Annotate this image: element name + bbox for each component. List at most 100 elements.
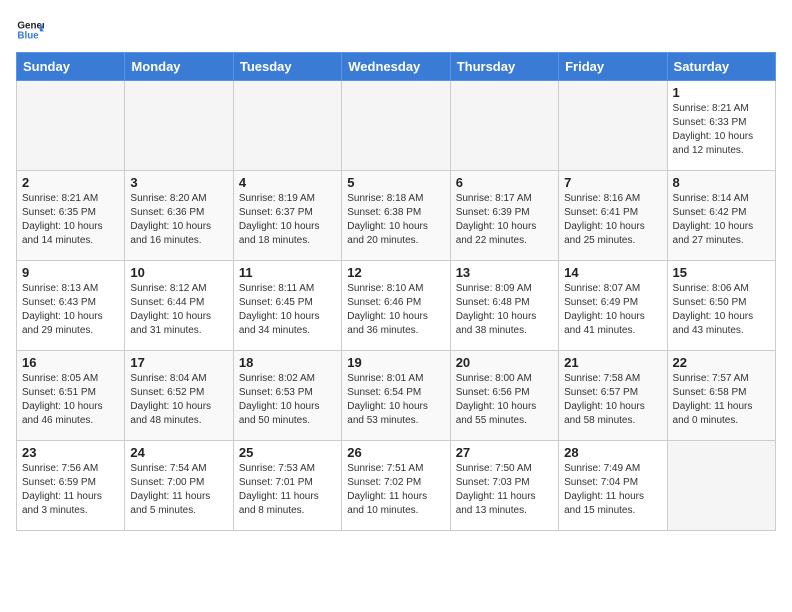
week-row-2: 2 Sunrise: 8:21 AM Sunset: 6:35 PM Daylig… [17,171,776,261]
day-cell: 18 Sunrise: 8:02 AM Sunset: 6:53 PM Dayli… [233,351,341,441]
day-info: Sunrise: 7:54 AM Sunset: 7:00 PM Dayligh… [130,462,227,518]
header-cell-tuesday: Tuesday [233,53,341,81]
day-cell: 9 Sunrise: 8:13 AM Sunset: 6:43 PM Daylig… [17,261,125,351]
day-number: 14 [564,265,661,280]
day-number: 28 [564,445,661,460]
day-cell: 23 Sunrise: 7:56 AM Sunset: 6:59 PM Dayli… [17,441,125,531]
day-cell: 28 Sunrise: 7:49 AM Sunset: 7:04 PM Dayli… [559,441,667,531]
day-info: Sunrise: 7:56 AM Sunset: 6:59 PM Dayligh… [22,462,119,518]
week-row-3: 9 Sunrise: 8:13 AM Sunset: 6:43 PM Daylig… [17,261,776,351]
day-info: Sunrise: 8:06 AM Sunset: 6:50 PM Dayligh… [673,282,770,338]
day-number: 23 [22,445,119,460]
svg-text:Blue: Blue [17,30,39,41]
logo-icon: General Blue [16,16,44,44]
day-cell: 19Sunrise: 8:01 AM Sunset: 6:54 PM Dayli… [342,351,450,441]
day-info: Sunrise: 7:51 AM Sunset: 7:02 PM Dayligh… [347,462,444,518]
day-number: 25 [239,445,336,460]
day-info: Sunrise: 8:02 AM Sunset: 6:53 PM Dayligh… [239,372,336,428]
day-info: Sunrise: 8:10 AM Sunset: 6:46 PM Dayligh… [347,282,444,338]
day-cell: 21 Sunrise: 7:58 AM Sunset: 6:57 PM Dayli… [559,351,667,441]
day-cell: 17 Sunrise: 8:04 AM Sunset: 6:52 PM Dayli… [125,351,233,441]
day-cell: 5 Sunrise: 8:18 AM Sunset: 6:38 PM Daylig… [342,171,450,261]
day-info: Sunrise: 7:50 AM Sunset: 7:03 PM Dayligh… [456,462,553,518]
day-number: 26 [347,445,444,460]
day-cell: 25 Sunrise: 7:53 AM Sunset: 7:01 PM Dayli… [233,441,341,531]
day-info: Sunrise: 7:57 AM Sunset: 6:58 PM Dayligh… [673,372,770,428]
day-number: 1 [673,85,770,100]
day-number: 10 [130,265,227,280]
day-info: Sunrise: 8:16 AM Sunset: 6:41 PM Dayligh… [564,192,661,248]
day-number: 15 [673,265,770,280]
day-cell: 2 Sunrise: 8:21 AM Sunset: 6:35 PM Daylig… [17,171,125,261]
day-cell: 14 Sunrise: 8:07 AM Sunset: 6:49 PM Dayli… [559,261,667,351]
day-number: 17 [130,355,227,370]
day-number: 22 [673,355,770,370]
day-number: 5 [347,175,444,190]
day-info: Sunrise: 8:17 AM Sunset: 6:39 PM Dayligh… [456,192,553,248]
day-cell [450,81,558,171]
day-info: Sunrise: 8:12 AM Sunset: 6:44 PM Dayligh… [130,282,227,338]
day-number: 11 [239,265,336,280]
logo: General Blue [16,16,48,44]
day-info: Sunrise: 8:00 AM Sunset: 6:56 PM Dayligh… [456,372,553,428]
day-info: Sunrise: 8:05 AM Sunset: 6:51 PM Dayligh… [22,372,119,428]
day-number: 8 [673,175,770,190]
day-cell: 6 Sunrise: 8:17 AM Sunset: 6:39 PM Daylig… [450,171,558,261]
day-number: 3 [130,175,227,190]
day-cell: 22 Sunrise: 7:57 AM Sunset: 6:58 PM Dayli… [667,351,775,441]
day-number: 4 [239,175,336,190]
week-row-5: 23 Sunrise: 7:56 AM Sunset: 6:59 PM Dayli… [17,441,776,531]
day-info: Sunrise: 8:09 AM Sunset: 6:48 PM Dayligh… [456,282,553,338]
day-cell: 15 Sunrise: 8:06 AM Sunset: 6:50 PM Dayli… [667,261,775,351]
day-cell: 13 Sunrise: 8:09 AM Sunset: 6:48 PM Dayli… [450,261,558,351]
day-number: 20 [456,355,553,370]
day-number: 6 [456,175,553,190]
day-info: Sunrise: 8:19 AM Sunset: 6:37 PM Dayligh… [239,192,336,248]
day-info: Sunrise: 8:14 AM Sunset: 6:42 PM Dayligh… [673,192,770,248]
day-info: Sunrise: 7:53 AM Sunset: 7:01 PM Dayligh… [239,462,336,518]
header-cell-wednesday: Wednesday [342,53,450,81]
day-cell [667,441,775,531]
day-info: Sunrise: 8:18 AM Sunset: 6:38 PM Dayligh… [347,192,444,248]
day-cell: 11 Sunrise: 8:11 AM Sunset: 6:45 PM Dayli… [233,261,341,351]
day-number: 27 [456,445,553,460]
header-cell-saturday: Saturday [667,53,775,81]
day-cell: 12Sunrise: 8:10 AM Sunset: 6:46 PM Dayli… [342,261,450,351]
day-cell: 3 Sunrise: 8:20 AM Sunset: 6:36 PM Daylig… [125,171,233,261]
day-cell: 7Sunrise: 8:16 AM Sunset: 6:41 PM Daylig… [559,171,667,261]
day-info: Sunrise: 8:20 AM Sunset: 6:36 PM Dayligh… [130,192,227,248]
day-cell: 1 Sunrise: 8:21 AM Sunset: 6:33 PM Daylig… [667,81,775,171]
day-cell: 20 Sunrise: 8:00 AM Sunset: 6:56 PM Dayli… [450,351,558,441]
day-cell [342,81,450,171]
day-number: 9 [22,265,119,280]
day-info: Sunrise: 8:04 AM Sunset: 6:52 PM Dayligh… [130,372,227,428]
day-info: Sunrise: 8:21 AM Sunset: 6:33 PM Dayligh… [673,102,770,158]
header-row: SundayMondayTuesdayWednesdayThursdayFrid… [17,53,776,81]
day-number: 18 [239,355,336,370]
day-info: Sunrise: 8:07 AM Sunset: 6:49 PM Dayligh… [564,282,661,338]
day-info: Sunrise: 8:13 AM Sunset: 6:43 PM Dayligh… [22,282,119,338]
day-cell [125,81,233,171]
day-info: Sunrise: 7:49 AM Sunset: 7:04 PM Dayligh… [564,462,661,518]
day-number: 19 [347,355,444,370]
day-cell: 26 Sunrise: 7:51 AM Sunset: 7:02 PM Dayli… [342,441,450,531]
day-number: 16 [22,355,119,370]
header-cell-sunday: Sunday [17,53,125,81]
week-row-4: 16 Sunrise: 8:05 AM Sunset: 6:51 PM Dayli… [17,351,776,441]
day-number: 13 [456,265,553,280]
day-number: 24 [130,445,227,460]
day-number: 2 [22,175,119,190]
day-cell [17,81,125,171]
day-cell: 8 Sunrise: 8:14 AM Sunset: 6:42 PM Daylig… [667,171,775,261]
day-number: 21 [564,355,661,370]
day-cell: 10 Sunrise: 8:12 AM Sunset: 6:44 PM Dayli… [125,261,233,351]
day-cell [233,81,341,171]
header-cell-friday: Friday [559,53,667,81]
day-info: Sunrise: 8:11 AM Sunset: 6:45 PM Dayligh… [239,282,336,338]
page-header: General Blue [16,16,776,44]
header-cell-monday: Monday [125,53,233,81]
day-cell [559,81,667,171]
week-row-1: 1 Sunrise: 8:21 AM Sunset: 6:33 PM Daylig… [17,81,776,171]
day-info: Sunrise: 8:21 AM Sunset: 6:35 PM Dayligh… [22,192,119,248]
day-info: Sunrise: 7:58 AM Sunset: 6:57 PM Dayligh… [564,372,661,428]
